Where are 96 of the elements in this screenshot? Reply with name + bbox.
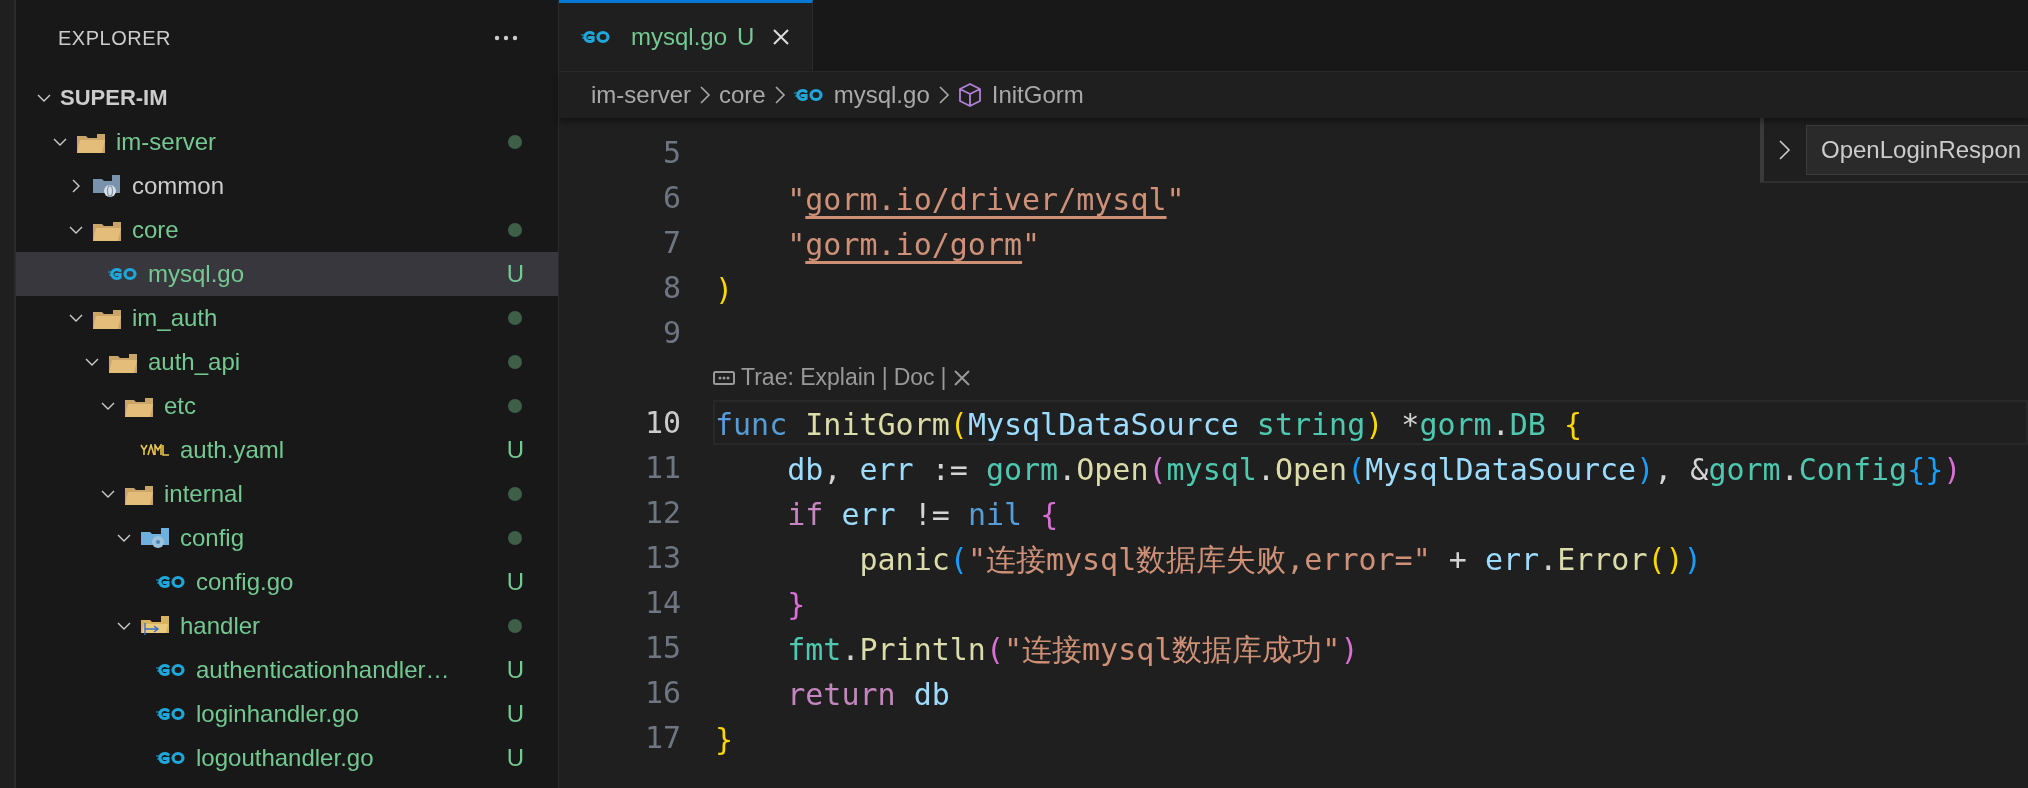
file-name: auth.yaml bbox=[180, 436, 286, 464]
file-type-icon bbox=[156, 750, 186, 766]
folder-icon bbox=[108, 351, 138, 373]
breadcrumb-item[interactable]: im-server bbox=[591, 81, 691, 109]
panel-title: EXPLORER bbox=[58, 26, 171, 50]
codelens-link[interactable]: Doc bbox=[893, 364, 935, 391]
file-type-icon bbox=[793, 87, 824, 103]
tree-item[interactable]: internal bbox=[16, 472, 558, 516]
folder-icon bbox=[76, 131, 106, 153]
code-line: db, err := gorm.Open(mysql.Open(MysqlDataSource), &gorm.Config{}) bbox=[786, 451, 1963, 489]
line-number: 9 bbox=[661, 315, 682, 350]
git-status: U bbox=[506, 568, 524, 596]
code-line: } bbox=[786, 586, 807, 624]
line-number: 14 bbox=[643, 585, 682, 620]
separator-text: | bbox=[881, 364, 888, 391]
line-number: 12 bbox=[643, 495, 682, 530]
file-name: internal bbox=[164, 480, 244, 508]
chevron-icon bbox=[773, 85, 786, 105]
file-name: logouthandler.go bbox=[196, 744, 375, 772]
git-status: U bbox=[506, 656, 524, 684]
tree-item[interactable]: mysql.go U bbox=[16, 252, 558, 296]
folder-icon bbox=[92, 219, 122, 241]
line-number: 10 bbox=[643, 405, 682, 440]
chat-icon bbox=[713, 369, 735, 386]
tree-item[interactable]: im_auth bbox=[16, 296, 558, 340]
close-icon[interactable] bbox=[952, 368, 971, 387]
line-number: 7 bbox=[661, 225, 682, 260]
file-name: handler bbox=[180, 612, 262, 640]
editor-tab[interactable]: mysql.go U bbox=[559, 0, 814, 71]
line-number: 8 bbox=[661, 270, 682, 305]
file-name: im_auth bbox=[132, 304, 219, 332]
file-type-icon bbox=[108, 266, 138, 282]
project-header[interactable]: SUPER-IM bbox=[16, 76, 558, 120]
file-name: im-server bbox=[116, 128, 217, 156]
file-name: config.go bbox=[196, 568, 295, 596]
tree-item[interactable]: config bbox=[16, 516, 558, 560]
line-number: 11 bbox=[643, 450, 682, 485]
folder-icon bbox=[92, 307, 122, 329]
file-name: common bbox=[132, 172, 226, 200]
file-name: authenticationhandler… bbox=[196, 656, 451, 684]
line-number: 15 bbox=[643, 630, 682, 665]
file-type-icon bbox=[581, 29, 611, 45]
code-line: } bbox=[714, 721, 735, 759]
git-status: U bbox=[506, 436, 524, 464]
folder-icon bbox=[124, 395, 154, 417]
tree-item[interactable]: config.go U bbox=[16, 560, 558, 604]
chevron-icon bbox=[699, 85, 711, 105]
tree-item[interactable]: etc bbox=[16, 384, 558, 428]
code-line: return db bbox=[786, 676, 951, 714]
tree-item[interactable]: core bbox=[16, 208, 558, 252]
breadcrumb-item[interactable]: mysql.go bbox=[793, 81, 930, 109]
git-status: U bbox=[506, 260, 524, 288]
folder-icon bbox=[92, 174, 122, 198]
git-status: U bbox=[506, 744, 524, 772]
file-type-icon bbox=[156, 706, 186, 722]
file-name: auth_api bbox=[148, 348, 242, 376]
tree-item[interactable]: auth_api bbox=[16, 340, 558, 384]
file-name: core bbox=[132, 216, 180, 244]
code-line: ) bbox=[714, 271, 735, 309]
codelens-link[interactable]: Trae: Explain bbox=[741, 364, 876, 391]
tree-item[interactable]: auth.yaml U bbox=[16, 428, 558, 472]
tree-item[interactable]: authenticationhandler… U bbox=[16, 648, 558, 692]
folder-icon bbox=[140, 525, 170, 551]
file-name: config bbox=[180, 524, 246, 552]
tree-item[interactable]: logouthandler.go U bbox=[16, 736, 558, 780]
folder-icon bbox=[124, 483, 154, 505]
file-name: loginhandler.go bbox=[196, 700, 360, 728]
code-line: "gorm.io/driver/mysql" bbox=[786, 181, 1186, 219]
file-name: etc bbox=[164, 392, 197, 420]
line-number: 13 bbox=[643, 540, 682, 575]
git-status: U bbox=[506, 700, 524, 728]
chevron-icon[interactable] bbox=[1778, 138, 1792, 161]
line-number: 17 bbox=[643, 720, 682, 755]
breadcrumb-item[interactable]: core bbox=[719, 81, 766, 109]
file-name: SUPER-IM bbox=[60, 85, 169, 111]
file-type-icon bbox=[156, 662, 186, 678]
sticky-item[interactable]: OpenLoginRespon bbox=[1806, 124, 2028, 175]
file-type-icon bbox=[156, 574, 186, 590]
line-number: 6 bbox=[661, 180, 682, 215]
code-line: panic("连接mysql数据库失败,error=" + err.Error()) bbox=[858, 541, 1703, 579]
code-line: "gorm.io/gorm" bbox=[786, 226, 1042, 264]
separator-text: | bbox=[940, 364, 947, 391]
tree-item[interactable]: handler bbox=[16, 604, 558, 648]
code-line: fmt.Println("连接mysql数据库成功") bbox=[786, 631, 1360, 669]
file-type-icon bbox=[140, 444, 170, 456]
tree-item[interactable]: common bbox=[16, 164, 558, 208]
line-number: 16 bbox=[643, 675, 682, 710]
line-number: 5 bbox=[661, 135, 682, 170]
tree-item[interactable]: loginhandler.go U bbox=[16, 692, 558, 736]
cube-icon bbox=[957, 82, 982, 108]
tree-item[interactable]: im-server bbox=[16, 120, 558, 164]
chevron-icon bbox=[937, 85, 950, 105]
more-icon[interactable] bbox=[494, 35, 518, 41]
file-name: mysql.go bbox=[148, 260, 246, 288]
breadcrumb-item[interactable]: InitGorm bbox=[957, 81, 1084, 109]
code-line: if err != nil { bbox=[786, 496, 1060, 534]
